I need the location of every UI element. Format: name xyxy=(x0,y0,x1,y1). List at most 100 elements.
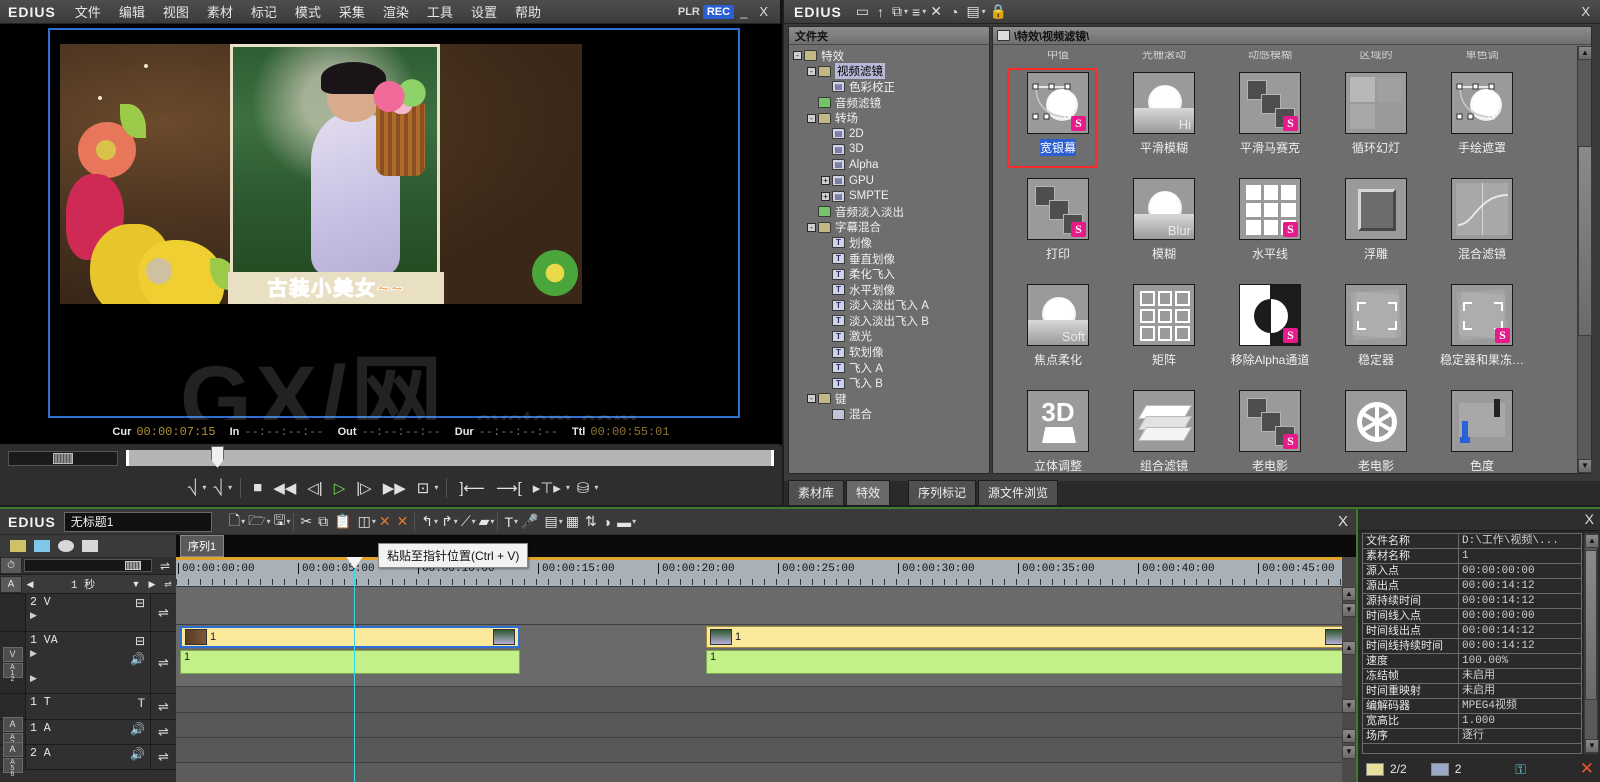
zoom-sync-icon[interactable]: ⇌ xyxy=(154,559,176,573)
trim-in-button[interactable]: ]⟵ xyxy=(455,478,489,498)
fast-forward-button[interactable]: ▶▶ xyxy=(379,478,410,498)
menu-item-10[interactable]: 帮助 xyxy=(506,0,550,24)
effect-cell-9[interactable]: 混合滤镜 xyxy=(1429,172,1535,278)
timecode-value-ttl[interactable]: 00:00:55:01 xyxy=(590,425,669,439)
track-scroll-up[interactable]: ▲ xyxy=(1342,587,1356,601)
project-name-field[interactable] xyxy=(64,512,212,532)
track-audio-icon[interactable]: 🔊 xyxy=(130,652,145,666)
timecode-value-dur[interactable]: --:--:--:-- xyxy=(479,425,558,439)
menu-item-8[interactable]: 工具 xyxy=(418,0,462,24)
ripple-delete-icon[interactable]: ✕ xyxy=(394,512,412,531)
track-channel-button[interactable]: A12 xyxy=(3,663,23,678)
bin-tabs[interactable]: 素材库特效序列标记源文件浏览 xyxy=(784,481,1600,505)
effect-cell-7[interactable]: S水平线 xyxy=(1217,172,1323,278)
sequence-tab[interactable]: 序列1 xyxy=(180,535,224,557)
effect-cell-16[interactable]: 组合滤镜 xyxy=(1111,384,1217,473)
layouter-icon-caret[interactable]: ▾ xyxy=(632,517,636,526)
bin-tab-2[interactable]: 序列标记 xyxy=(908,480,976,505)
info-close-button[interactable]: X xyxy=(1585,511,1594,527)
tree-node-6[interactable]: ▤3D xyxy=(789,142,989,158)
collapse-icon[interactable]: - xyxy=(793,51,802,60)
tree-node-16[interactable]: T淡入淡出飞入 A xyxy=(789,298,989,314)
track-header-1-A[interactable]: AA341 A🔊⇌ xyxy=(0,720,176,745)
menu-item-4[interactable]: 标记 xyxy=(242,0,286,24)
timecode-value-in[interactable]: --:--:--:-- xyxy=(244,425,323,439)
link-mode-icon[interactable] xyxy=(58,540,74,552)
matte-icon[interactable]: ▦ xyxy=(563,512,582,531)
track-sync-icon[interactable]: ⇌ xyxy=(150,694,176,719)
tree-node-3[interactable]: 音频滤镜 xyxy=(789,95,989,111)
track-expand-arrow-2[interactable]: ▶ xyxy=(30,673,146,684)
effect-cell-0[interactable]: S宽银幕 xyxy=(1005,66,1111,172)
tree-node-21[interactable]: T飞入 B xyxy=(789,375,989,391)
play-button[interactable]: ▷ xyxy=(330,478,350,498)
track-sync-icon[interactable]: ⇌ xyxy=(150,745,176,769)
menu-item-0[interactable]: 文件 xyxy=(66,0,110,24)
bin-tab-3[interactable]: 源文件浏览 xyxy=(978,480,1058,505)
set-in-point[interactable]: ⎷ xyxy=(184,478,202,497)
video-preview-area[interactable]: 古装小美女~~ GX/网 system.com xyxy=(0,24,782,420)
group-mode-icon[interactable] xyxy=(82,540,98,552)
menu-item-7[interactable]: 渲染 xyxy=(374,0,418,24)
track-rows[interactable]: 1111 xyxy=(176,587,1356,763)
unit-next-arrow[interactable]: ▶ xyxy=(144,579,160,590)
shuttle-control[interactable] xyxy=(8,451,118,466)
scroll-up-arrow[interactable]: ▲ xyxy=(1578,46,1592,60)
effect-cell-18[interactable]: 老电影 xyxy=(1323,384,1429,473)
effect-cell-5[interactable]: S打印 xyxy=(1005,172,1111,278)
tree-node-13[interactable]: T垂直划像 xyxy=(789,251,989,267)
rewind-button[interactable]: ◀◀ xyxy=(269,478,300,498)
loop-button-caret[interactable]: ▾ xyxy=(434,483,438,492)
track-expand-arrow[interactable]: ▶ xyxy=(30,648,146,659)
add-marker-button[interactable]: ▸⊤▸ xyxy=(529,478,565,498)
unit-toggle-button[interactable]: A xyxy=(0,576,22,593)
up-folder-icon[interactable]: ↑ xyxy=(873,4,888,20)
effect-cell-15[interactable]: 3D立体调整 xyxy=(1005,384,1111,473)
zoom-slider-thumb[interactable] xyxy=(125,561,141,570)
delete-icon[interactable]: ✕ xyxy=(1580,759,1594,779)
effects-tree[interactable]: -特效-视频滤镜▤色彩校正音频滤镜-转场▤2D▤3D▤Alpha+▤GPU+▤S… xyxy=(789,46,989,473)
effect-cell-12[interactable]: S移除Alpha通道 xyxy=(1217,278,1323,384)
key-icon[interactable]: ⚿ xyxy=(1515,761,1526,778)
effect-cell-14[interactable]: S稳定器和果冻… xyxy=(1429,278,1535,384)
timeline-tracks-area[interactable]: 00:00:00:0000:00:05:0000:00:10:0000:00:1… xyxy=(176,557,1356,782)
delete-icon[interactable]: ✕ xyxy=(926,3,946,20)
track-sync-icon[interactable]: ⇌ xyxy=(150,720,176,744)
ripple-mode-icon[interactable] xyxy=(34,540,50,552)
color-icon[interactable]: ◑ xyxy=(600,513,614,531)
bin-tab-1[interactable]: 特效 xyxy=(846,480,890,505)
position-slider[interactable] xyxy=(126,450,774,466)
scroll-down-arrow[interactable]: ▼ xyxy=(1578,459,1592,473)
delete-gap-icon[interactable]: ✕ xyxy=(376,512,394,531)
timeline-clip-2[interactable]: 1 xyxy=(706,626,1351,648)
track-type-icon[interactable]: 🔊 xyxy=(130,747,145,761)
tree-node-10[interactable]: 音频淡入淡出 xyxy=(789,204,989,220)
track-header-2-A[interactable]: AA562 A🔊⇌ xyxy=(0,745,176,770)
menu-item-6[interactable]: 采集 xyxy=(330,0,374,24)
unit-dropdown-arrow[interactable]: ▼ xyxy=(128,579,144,589)
tree-node-4[interactable]: -转场 xyxy=(789,110,989,126)
effect-cell-4[interactable]: 手绘遮罩 xyxy=(1429,66,1535,172)
tree-node-9[interactable]: +▤SMPTE xyxy=(789,188,989,204)
effect-cell-11[interactable]: 矩阵 xyxy=(1111,278,1217,384)
position-slider-handle[interactable] xyxy=(211,446,224,468)
tree-node-8[interactable]: +▤GPU xyxy=(789,173,989,189)
menu-item-9[interactable]: 设置 xyxy=(462,0,506,24)
tree-node-7[interactable]: ▤Alpha xyxy=(789,157,989,173)
effect-cell-19[interactable]: 色度 xyxy=(1429,384,1535,473)
plr-badge[interactable]: PLR xyxy=(678,6,700,18)
track-toggle-group[interactable] xyxy=(0,694,26,719)
stop-button[interactable]: ■ xyxy=(249,478,266,497)
loop-button[interactable]: ⊡ xyxy=(413,478,434,498)
tree-node-14[interactable]: T柔化飞入 xyxy=(789,266,989,282)
expand-icon[interactable]: + xyxy=(821,192,830,201)
track-scroll-down-2[interactable]: ▼ xyxy=(1342,699,1356,713)
bin-close-button[interactable]: X xyxy=(1575,4,1600,19)
trim-out-button[interactable]: ⟶[ xyxy=(492,478,526,498)
add-to-bin-button-caret[interactable]: ▾ xyxy=(594,483,598,492)
fit-button[interactable]: ⏱ xyxy=(0,557,22,574)
audio-mixer-icon[interactable]: ⇅ xyxy=(582,512,600,531)
previous-frame-button[interactable]: ◁| xyxy=(303,478,326,498)
zoom-unit-row[interactable]: A ◀ 1 秒 ▼ ▶ ⇌ xyxy=(0,575,176,594)
track-row-1-T[interactable] xyxy=(176,687,1356,713)
